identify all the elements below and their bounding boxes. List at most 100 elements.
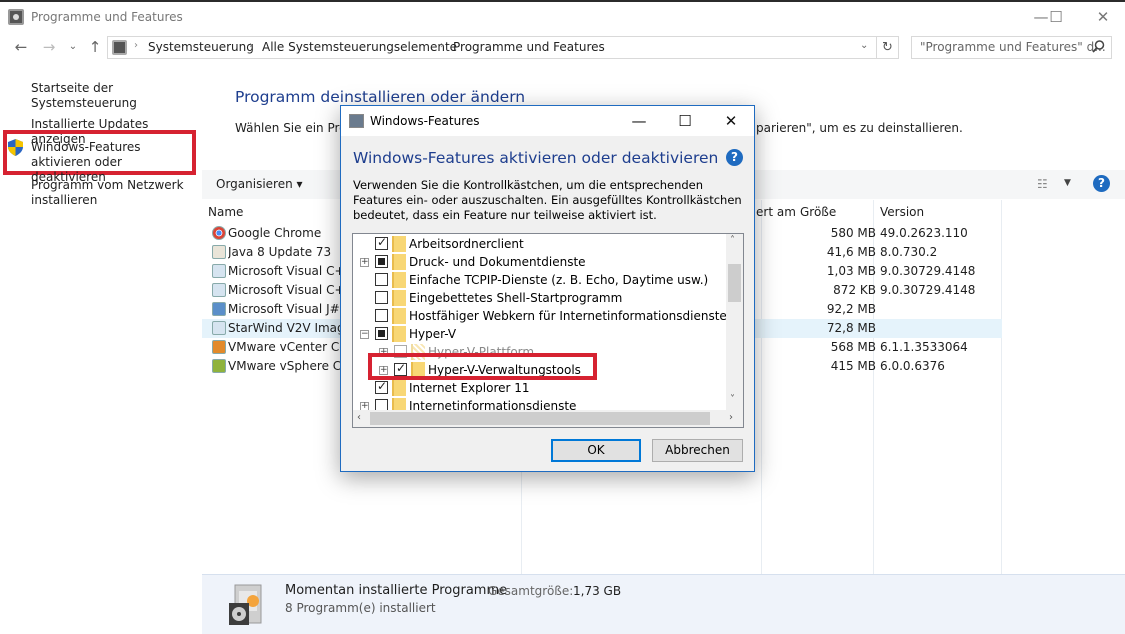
program-size: 580 MB	[830, 226, 876, 240]
breadcrumb-separator: ›	[440, 40, 444, 51]
help-icon[interactable]: ?	[1093, 175, 1110, 192]
footer-title: Momentan installierte Programme	[285, 583, 508, 598]
breadcrumb-separator: ›	[134, 40, 138, 51]
column-header-size[interactable]: Größe	[800, 205, 836, 219]
features-tree[interactable]: Arbeitsordnerclient + Druck- und Dokumentd…	[352, 233, 744, 428]
program-version: 8.0.730.2	[880, 245, 938, 259]
feature-item[interactable]: Hostfähiger Webkern für Internetinformat…	[353, 307, 728, 325]
dialog-minimize-button[interactable]: —	[624, 110, 654, 132]
column-header-version[interactable]: Version	[880, 205, 924, 219]
scroll-thumb[interactable]	[728, 264, 741, 302]
feature-item[interactable]: + Druck- und Dokumentdienste	[353, 253, 728, 271]
dialog-heading: Windows-Features aktivieren oder deaktiv…	[353, 149, 719, 167]
close-button[interactable]: ✕	[1088, 6, 1118, 28]
feature-checkbox[interactable]	[375, 379, 388, 394]
folder-icon	[392, 326, 406, 342]
installed-programs-icon	[229, 584, 262, 625]
column-header-installed[interactable]: ert am	[756, 205, 796, 219]
feature-label: Hyper-V	[409, 327, 457, 341]
dialog-title-bar: Windows-Features — ☐ ✕	[341, 106, 754, 136]
scroll-thumb[interactable]	[370, 412, 710, 425]
details-pane: Momentan installierte Programme Gesamtgr…	[202, 574, 1125, 634]
vjsharp-icon	[212, 302, 226, 316]
view-dropdown-icon[interactable]: ▼	[1064, 178, 1071, 188]
refresh-button[interactable]: ↻	[877, 36, 899, 59]
folder-icon	[392, 236, 406, 252]
feature-item[interactable]: Internet Explorer 11	[353, 379, 728, 397]
feature-checkbox[interactable]	[375, 255, 388, 268]
program-size: 72,8 MB	[826, 321, 876, 335]
breadcrumb-separator: ›	[249, 40, 253, 51]
feature-item[interactable]: Arbeitsordnerclient	[353, 235, 728, 253]
program-size: 415 MB	[830, 359, 876, 373]
windows-features-icon	[349, 114, 364, 128]
sidebar-item-network-install[interactable]: Programm vom Netzwerk installieren	[31, 178, 196, 208]
page-description-start: Wählen Sie ein Prog	[235, 121, 355, 135]
shield-icon	[8, 139, 23, 156]
vmware-vsphere-icon	[212, 359, 226, 373]
program-size: 1,03 MB	[826, 264, 876, 278]
breadcrumb-programme-features[interactable]: Programme und Features	[453, 40, 605, 54]
address-bar[interactable]: › Systemsteuerung › Alle Systemsteuerung…	[107, 36, 877, 59]
feature-label: Arbeitsordnerclient	[409, 237, 524, 251]
up-arrow-icon[interactable]: ↑	[86, 38, 104, 56]
organize-menu[interactable]: Organisieren ▾	[216, 177, 303, 191]
feature-checkbox[interactable]	[375, 235, 388, 250]
feature-checkbox[interactable]	[375, 309, 388, 322]
feature-item[interactable]: − Hyper-V	[353, 325, 728, 343]
search-icon[interactable]	[1092, 39, 1105, 59]
total-size-label: Gesamtgröße:	[488, 584, 574, 598]
expand-icon[interactable]: +	[360, 258, 369, 267]
feature-label: Hostfähiger Webkern für Internetinformat…	[409, 309, 727, 323]
program-size: 568 MB	[830, 340, 876, 354]
folder-icon	[392, 380, 406, 396]
address-dropdown-icon[interactable]: ⌄	[860, 40, 868, 51]
sidebar-item-home[interactable]: Startseite der Systemsteuerung	[31, 81, 196, 111]
ok-button[interactable]: OK	[551, 439, 641, 462]
feature-item[interactable]: Eingebettetes Shell-Startprogramm	[353, 289, 728, 307]
page-title: Programm deinstallieren oder ändern	[235, 88, 526, 106]
breadcrumb-alle-elemente[interactable]: Alle Systemsteuerungselemente	[262, 40, 457, 54]
program-version: 9.0.30729.4148	[880, 283, 976, 297]
forward-arrow-icon[interactable]: →	[40, 38, 58, 56]
scroll-down-icon[interactable]: ˅	[730, 394, 735, 405]
window-title: Programme und Features	[31, 10, 183, 24]
maximize-button[interactable]: ☐	[1041, 6, 1071, 28]
program-version: 6.1.1.3533064	[880, 340, 968, 354]
feature-checkbox[interactable]	[375, 273, 388, 286]
total-size-value: 1,73 GB	[573, 584, 622, 598]
program-size: 92,2 MB	[826, 302, 876, 316]
folder-icon	[392, 254, 406, 270]
cancel-button[interactable]: Abbrechen	[652, 439, 743, 462]
chrome-icon	[212, 226, 226, 240]
feature-item[interactable]: Einfache TCPIP-Dienste (z. B. Echo, Dayt…	[353, 271, 728, 289]
collapse-icon[interactable]: −	[360, 330, 369, 339]
horizontal-scrollbar[interactable]: ‹ ›	[353, 410, 743, 427]
program-version: 6.0.0.6376	[880, 359, 945, 373]
feature-checkbox[interactable]	[375, 291, 388, 304]
vertical-scrollbar[interactable]: ˄ ˅	[726, 234, 743, 410]
dialog-close-button[interactable]: ✕	[716, 110, 746, 132]
dialog-description: Verwenden Sie die Kontrollkästchen, um d…	[353, 178, 742, 222]
program-size: 41,6 MB	[826, 245, 876, 259]
recent-locations-chevron-icon[interactable]: ⌄	[64, 38, 82, 56]
scroll-up-icon[interactable]: ˄	[730, 235, 735, 246]
scroll-right-icon[interactable]: ›	[729, 412, 733, 423]
search-input[interactable]: "Programme und Features" d...	[911, 36, 1112, 59]
column-header-name[interactable]: Name	[208, 205, 243, 219]
view-options-icon[interactable]: ☷	[1037, 177, 1048, 191]
scroll-left-icon[interactable]: ‹	[357, 412, 361, 423]
program-version: 9.0.30729.4148	[880, 264, 976, 278]
folder-icon	[392, 308, 406, 324]
search-placeholder: "Programme und Features" d...	[920, 40, 1106, 54]
vmware-vcenter-icon	[212, 340, 226, 354]
feature-checkbox[interactable]	[375, 327, 388, 340]
installer-icon	[212, 283, 226, 297]
dialog-help-icon[interactable]: ?	[726, 149, 743, 166]
installer-icon	[212, 264, 226, 278]
dialog-maximize-button[interactable]: ☐	[670, 110, 700, 132]
java-icon	[212, 245, 226, 259]
back-arrow-icon[interactable]: ←	[12, 38, 30, 56]
breadcrumb-systemsteuerung[interactable]: Systemsteuerung	[148, 40, 254, 54]
programs-features-icon	[8, 9, 24, 25]
